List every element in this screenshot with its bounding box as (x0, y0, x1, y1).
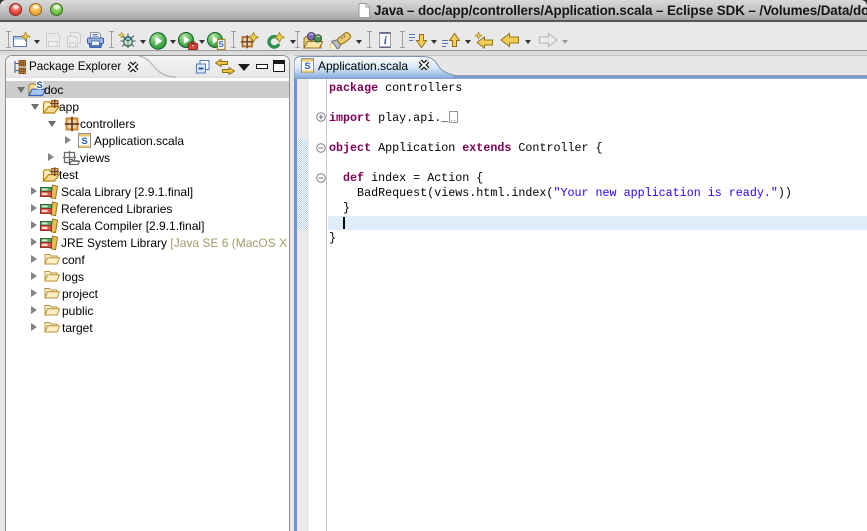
svg-text:S: S (304, 61, 310, 72)
svg-text:S: S (36, 81, 42, 91)
svg-text:S: S (219, 40, 225, 49)
svg-text:S: S (81, 136, 87, 147)
